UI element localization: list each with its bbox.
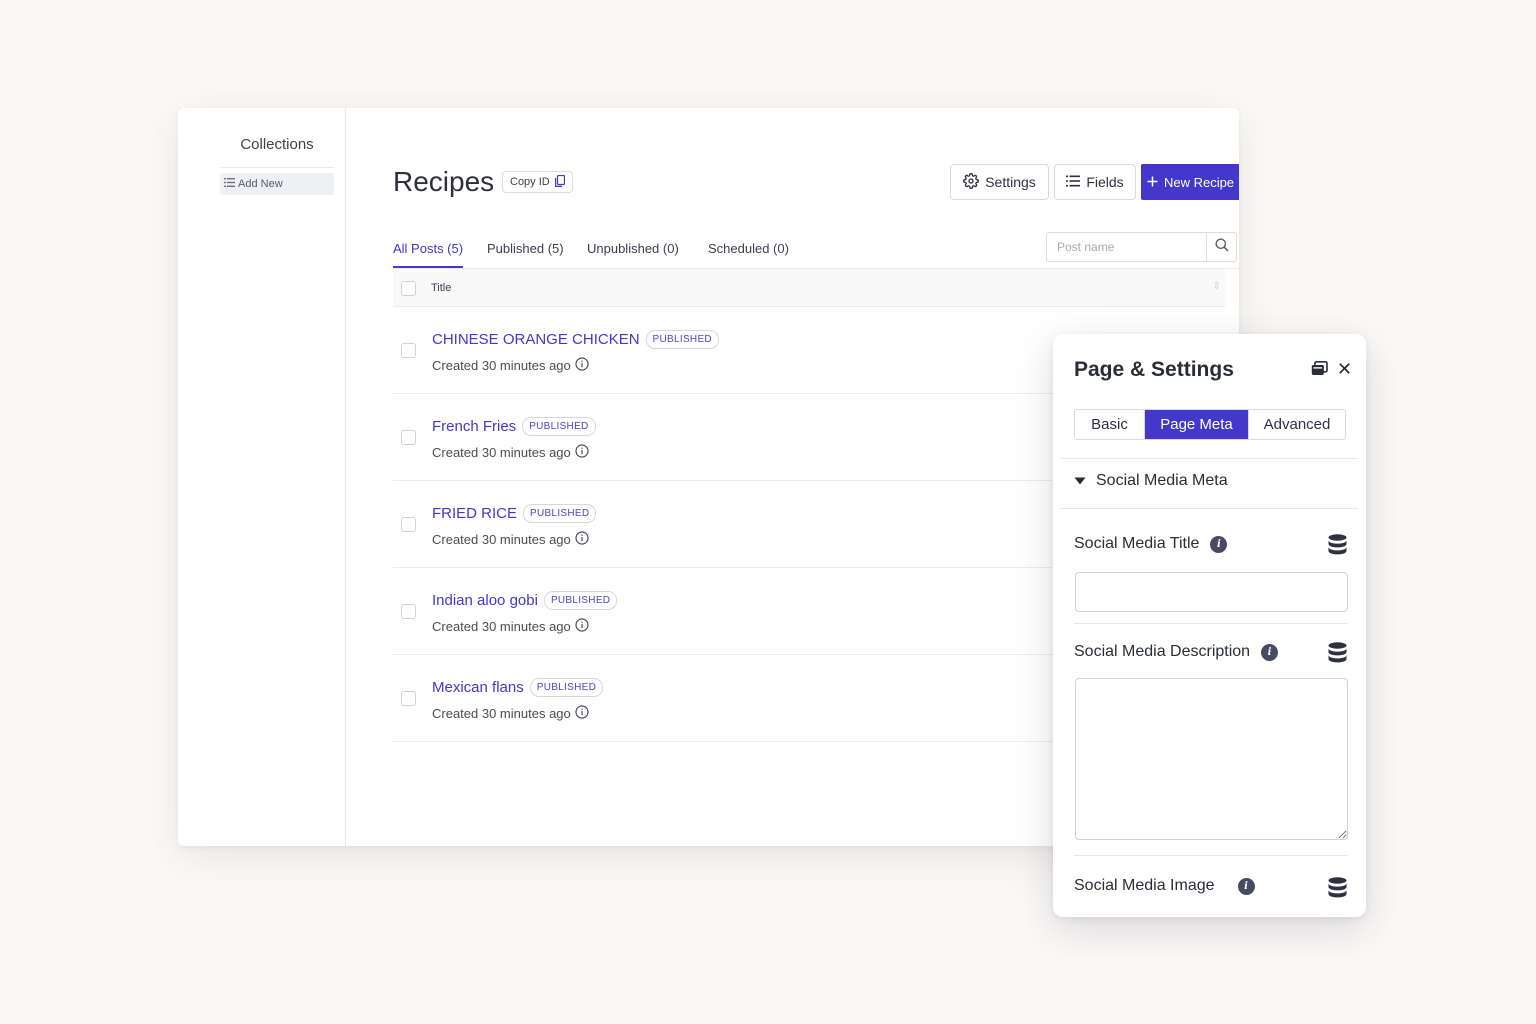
row-title: French Fries PUBLISHED [432, 417, 596, 436]
tab-published[interactable]: Published (5) [487, 241, 564, 268]
plus-icon [1147, 175, 1158, 190]
info-circle-icon[interactable] [575, 705, 589, 722]
caret-down-icon [1074, 472, 1086, 490]
field-label-text: Social Media Description [1074, 643, 1251, 660]
collections-sidebar: Collections Add New [178, 108, 346, 846]
row-title: CHINESE ORANGE CHICKEN PUBLISHED [432, 330, 719, 349]
social-media-description-textarea[interactable] [1075, 678, 1348, 840]
column-title-header[interactable]: Title [431, 282, 451, 294]
search-button[interactable] [1206, 233, 1236, 261]
post-title-link[interactable]: FRIED RICE [432, 505, 517, 522]
fields-label: Fields [1086, 174, 1124, 190]
tab-advanced[interactable]: Advanced [1248, 410, 1345, 439]
social-media-meta-toggle[interactable]: Social Media Meta [1074, 472, 1228, 490]
created-time: Created 30 minutes ago [432, 619, 571, 634]
database-icon[interactable] [1328, 642, 1347, 668]
tab-basic[interactable]: Basic [1075, 410, 1145, 439]
new-recipe-label: New Recipe [1163, 174, 1235, 190]
created-time: Created 30 minutes ago [432, 706, 571, 721]
field-label-text: Social Media Title [1074, 535, 1200, 552]
info-circle-icon[interactable] [575, 618, 589, 635]
copy-id-button[interactable]: Copy ID [502, 171, 573, 193]
add-new-label: Add New [238, 178, 283, 190]
panel-divider [1061, 508, 1358, 509]
row-meta: Created 30 minutes ago [432, 357, 589, 374]
sidebar-divider [220, 167, 334, 168]
fields-button[interactable]: Fields [1054, 164, 1136, 200]
social-image-field-label: Social Media Image i [1074, 877, 1255, 895]
row-checkbox[interactable] [401, 691, 416, 706]
social-media-title-input[interactable] [1075, 572, 1348, 612]
row-meta: Created 30 minutes ago [432, 444, 589, 461]
info-icon[interactable]: i [1237, 877, 1255, 895]
social-description-field-label: Social Media Description i [1074, 643, 1279, 661]
table-header: Title ⇕ [393, 269, 1225, 307]
post-title-link[interactable]: French Fries [432, 418, 516, 435]
settings-button[interactable]: Settings [950, 164, 1049, 200]
created-time: Created 30 minutes ago [432, 445, 571, 460]
database-icon[interactable] [1328, 877, 1347, 903]
copy-icon [554, 174, 565, 190]
social-title-field-label: Social Media Title i [1074, 535, 1228, 553]
list-icon [1066, 174, 1081, 190]
close-icon[interactable]: ✕ [1337, 359, 1352, 380]
tab-all-posts[interactable]: All Posts (5) [393, 241, 464, 268]
search-input[interactable] [1047, 233, 1206, 261]
settings-label: Settings [985, 174, 1036, 190]
status-badge: PUBLISHED [523, 504, 597, 523]
status-badge: PUBLISHED [543, 591, 618, 610]
row-meta: Created 30 minutes ago [432, 705, 589, 722]
row-title: Mexican flans PUBLISHED [432, 678, 604, 697]
row-meta: Created 30 minutes ago [432, 531, 589, 548]
created-time: Created 30 minutes ago [432, 358, 571, 373]
list-icon [224, 178, 235, 190]
panel-tabs: Basic Page Meta Advanced [1074, 409, 1346, 440]
row-checkbox[interactable] [401, 430, 416, 445]
add-new-collection-button[interactable]: Add New [220, 173, 334, 195]
info-circle-icon[interactable] [575, 444, 589, 461]
row-meta: Created 30 minutes ago [432, 618, 589, 635]
created-time: Created 30 minutes ago [432, 532, 571, 547]
status-badge: PUBLISHED [529, 678, 604, 697]
info-icon[interactable]: i [1261, 643, 1279, 661]
row-checkbox[interactable] [401, 604, 416, 619]
database-icon[interactable] [1328, 534, 1347, 560]
panel-divider [1061, 458, 1358, 459]
tab-page-meta[interactable]: Page Meta [1145, 410, 1248, 439]
section-label: Social Media Meta [1096, 472, 1228, 489]
row-checkbox[interactable] [401, 343, 416, 358]
post-title-link[interactable]: Mexican flans [432, 679, 524, 696]
sort-icon[interactable]: ⇕ [1213, 281, 1221, 292]
page-settings-panel: Page & Settings ✕ Basic Page Meta Advanc… [1053, 334, 1366, 917]
info-circle-icon[interactable] [575, 357, 589, 374]
post-title-link[interactable]: CHINESE ORANGE CHICKEN [432, 331, 640, 348]
row-checkbox[interactable] [401, 517, 416, 532]
page-title: Recipes [393, 166, 495, 197]
tab-unpublished[interactable]: Unpublished (0) [587, 241, 679, 268]
dock-icon[interactable] [1311, 361, 1328, 381]
panel-title: Page & Settings [1074, 358, 1234, 381]
search-box [1046, 232, 1237, 262]
tab-scheduled[interactable]: Scheduled (0) [708, 241, 789, 268]
row-title: Indian aloo gobi PUBLISHED [432, 591, 618, 610]
panel-divider [1074, 855, 1348, 856]
gear-icon [963, 172, 980, 192]
info-icon[interactable]: i [1210, 535, 1228, 553]
info-circle-icon[interactable] [575, 531, 589, 548]
copy-id-label: Copy ID [510, 176, 550, 188]
sidebar-title: Collections [240, 136, 314, 153]
field-label-text: Social Media Image [1074, 877, 1215, 894]
select-all-checkbox[interactable] [401, 281, 416, 296]
search-icon [1215, 238, 1229, 257]
status-badge: PUBLISHED [522, 417, 596, 436]
panel-divider [1074, 623, 1348, 624]
new-recipe-button[interactable]: New Recipe [1141, 164, 1239, 200]
row-title: FRIED RICE PUBLISHED [432, 504, 597, 523]
status-badge: PUBLISHED [645, 330, 719, 349]
post-title-link[interactable]: Indian aloo gobi [432, 592, 538, 609]
